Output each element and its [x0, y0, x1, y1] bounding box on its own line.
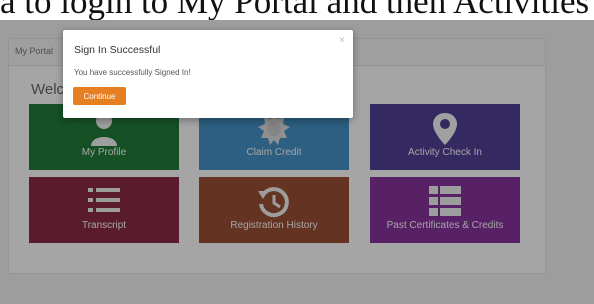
continue-button[interactable]: Continue [73, 87, 126, 105]
sign-in-success-dialog: × Sign In Successful You have successful… [63, 30, 353, 118]
page-caption: a to login to My Portal and then Activit… [0, 0, 590, 21]
close-icon[interactable]: × [339, 35, 345, 46]
dialog-title: Sign In Successful [74, 44, 161, 56]
dialog-message: You have successfully Signed In! [74, 68, 191, 77]
